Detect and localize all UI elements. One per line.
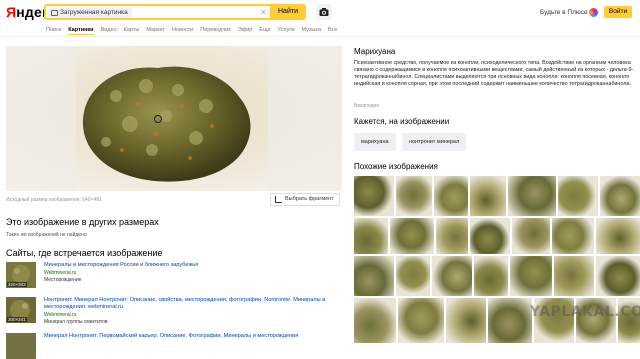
site-item[interactable]: 300×241 Нонтронит. Минерал Нонтронит. Оп… [6, 297, 342, 325]
similar-image-thumb[interactable] [354, 176, 394, 216]
crop-icon [275, 196, 282, 203]
similar-image-thumb[interactable] [446, 298, 486, 343]
tag-button-marijuana[interactable]: марихуана [354, 133, 396, 151]
bud-photo [6, 46, 342, 191]
entity-title: Марихуана [354, 47, 396, 56]
site-description: Минерал группы смектитов [44, 319, 108, 325]
similar-image-thumb[interactable] [596, 218, 640, 254]
other-sizes-heading: Это изображение в других размерах [6, 217, 159, 227]
site-thumbnail[interactable]: 320×303 [6, 262, 36, 288]
similar-image-thumb[interactable] [354, 298, 396, 343]
similar-image-thumb[interactable] [508, 176, 556, 216]
tag-button-nontronite[interactable]: нонтронит минерал [402, 133, 467, 151]
similar-images-heading: Похожие изображения [354, 162, 438, 171]
tab-item[interactable]: Все [328, 25, 337, 35]
similar-image-thumb[interactable] [510, 256, 552, 296]
site-url[interactable]: Webmineral.ru [44, 270, 76, 276]
thumbnail-size: 300×241 [7, 317, 27, 322]
entity-description: Психоактивное средство, получаемое из ко… [354, 60, 634, 87]
clear-icon[interactable]: × [261, 6, 266, 18]
similar-image-thumb[interactable] [600, 176, 640, 216]
site-thumbnail[interactable] [6, 333, 36, 359]
tab-item[interactable]: Видео [101, 25, 117, 35]
uploaded-image-chip[interactable]: Загруженная картинка [48, 8, 132, 18]
site-title-link[interactable]: Минерал Нонтронит. Первомайский карьер. … [44, 333, 334, 340]
site-item[interactable]: 320×303 Минералы и месторождения России … [6, 262, 342, 288]
site-thumbnail-image [6, 333, 36, 359]
similar-image-thumb[interactable] [354, 256, 394, 296]
tab-item[interactable]: Карты [124, 25, 140, 35]
site-url[interactable]: Webmineral.ru [44, 312, 76, 318]
chip-label: Загруженная картинка [60, 9, 128, 16]
image-icon [51, 10, 58, 16]
site-item[interactable]: Минерал Нонтронит. Первомайский карьер. … [6, 333, 342, 359]
similar-image-thumb[interactable] [396, 176, 432, 216]
find-button[interactable]: Найти [270, 4, 306, 20]
site-title-link[interactable]: Минералы и месторождения России и ближне… [44, 262, 334, 269]
watermark: YAPLAKAL.COM [530, 304, 640, 320]
service-tabs: Поиск Картинки Видео Карты Маркет Новости Пере… [46, 25, 337, 35]
camera-icon [319, 8, 329, 16]
similar-image-thumb[interactable] [488, 298, 532, 343]
plus-icon [589, 8, 598, 17]
header: Яндекс Загруженная картинка × Найти Будь… [0, 0, 640, 36]
similar-image-thumb[interactable] [432, 256, 472, 296]
similar-image-thumb[interactable] [396, 256, 430, 296]
camera-button[interactable] [316, 4, 332, 20]
fragment-label: Выбрать фрагмент [285, 196, 334, 202]
tab-item[interactable]: Картинки [68, 25, 94, 35]
search-input[interactable]: Загруженная картинка × [44, 4, 270, 20]
similar-image-thumb[interactable] [436, 218, 468, 254]
site-thumbnail[interactable]: 300×241 [6, 297, 36, 323]
sites-heading: Сайты, где встречается изображение [6, 248, 163, 258]
similar-image-thumb[interactable] [390, 218, 434, 254]
similar-image-thumb[interactable] [596, 256, 640, 296]
similar-image-thumb[interactable] [552, 218, 594, 254]
tab-item[interactable]: Маркет [146, 25, 165, 35]
site-title-link[interactable]: Нонтронит. Минерал Нонтронит. Описание, … [44, 297, 334, 311]
original-size-info: Исходный размер изображения: 640×481 [6, 197, 102, 203]
uploaded-image-preview[interactable] [6, 46, 342, 191]
tab-item[interactable]: Услуги [278, 25, 295, 35]
similar-image-thumb[interactable] [470, 176, 506, 216]
no-sizes-text: Таких же изображений не найдено [6, 232, 87, 238]
tab-item[interactable]: Музыка [301, 25, 320, 35]
tab-item[interactable]: Поиск [46, 25, 61, 35]
similar-image-thumb[interactable] [470, 218, 510, 254]
similar-image-thumb[interactable] [354, 218, 388, 254]
login-button[interactable]: Войти [604, 6, 632, 18]
site-description: Месторождение [44, 277, 82, 283]
similar-image-thumb[interactable] [512, 218, 550, 254]
tab-item[interactable]: Эфир [238, 25, 253, 35]
tab-item[interactable]: Переводчик [200, 25, 230, 35]
select-fragment-button[interactable]: Выбрать фрагмент [270, 193, 340, 206]
similar-image-thumb[interactable] [398, 298, 444, 343]
tab-item[interactable]: Еще [259, 25, 270, 35]
similar-image-thumb[interactable] [434, 176, 468, 216]
entity-source-link[interactable]: Википедия [354, 103, 379, 109]
looks-like-heading: Кажется, на изображении [354, 117, 450, 126]
tab-item[interactable]: Новости [172, 25, 193, 35]
similar-image-thumb[interactable] [558, 176, 598, 216]
header-divider [0, 36, 640, 37]
similar-image-thumb[interactable] [474, 256, 508, 296]
similar-image-thumb[interactable] [554, 256, 594, 296]
thumbnail-size: 320×303 [7, 282, 27, 287]
plus-link[interactable]: Будьте в Плюсе [540, 9, 588, 16]
